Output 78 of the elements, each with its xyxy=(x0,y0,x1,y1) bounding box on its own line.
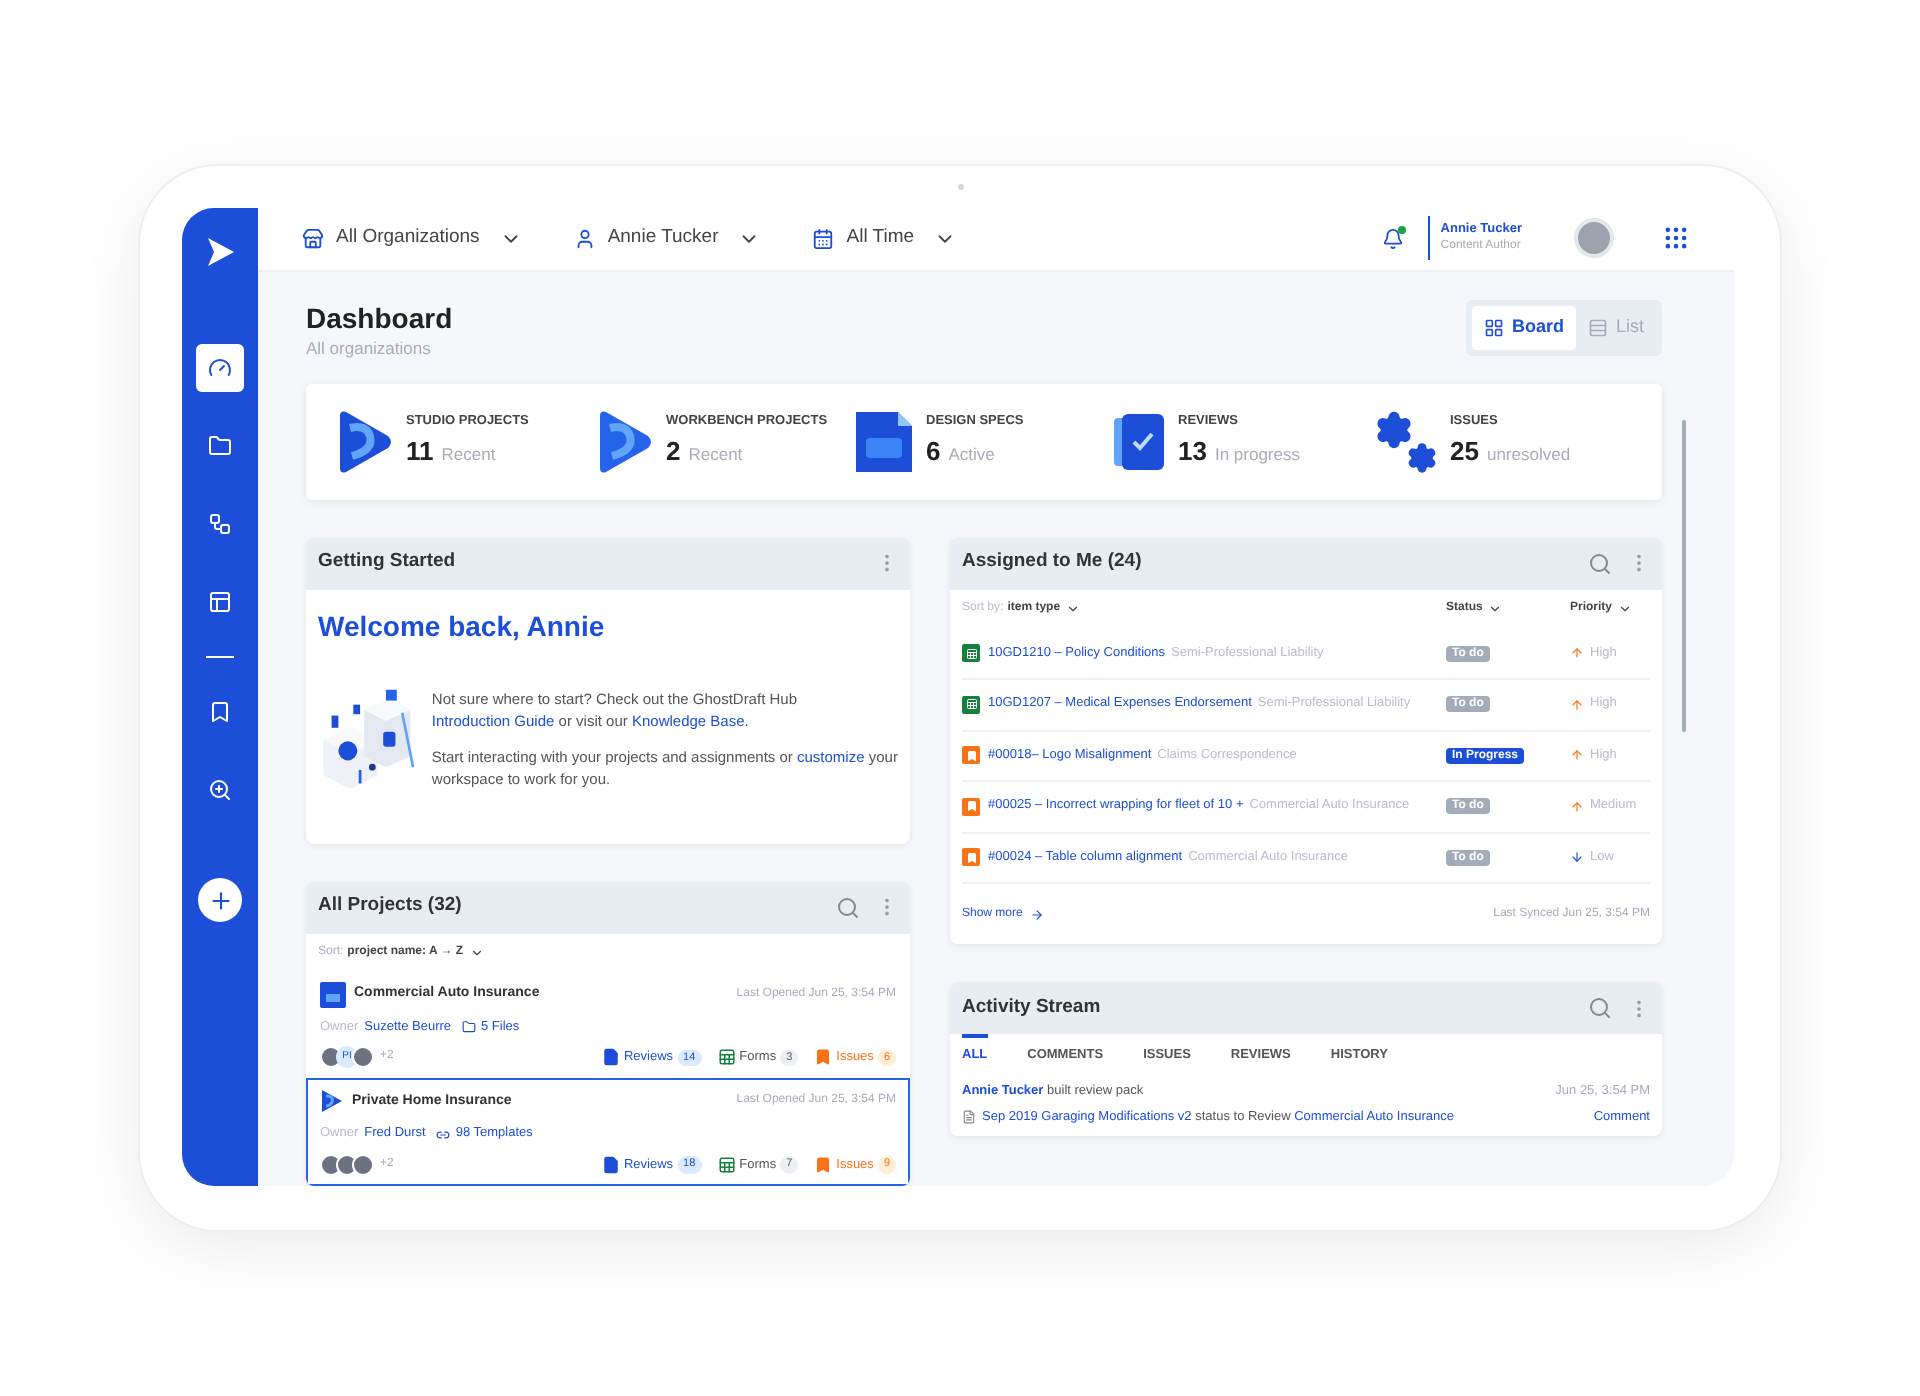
sidebar-item[interactable] xyxy=(196,344,244,392)
issue-icon xyxy=(962,746,980,765)
gauge-icon xyxy=(208,356,232,380)
play-logo-icon xyxy=(594,409,654,473)
stat-note: Recent xyxy=(441,441,496,467)
member-avatar xyxy=(352,1046,374,1069)
bookmark-icon xyxy=(814,1048,833,1067)
grid-icon xyxy=(1483,317,1504,338)
issue-icon xyxy=(962,848,980,867)
play-logo-icon xyxy=(334,409,394,473)
play-logo-icon xyxy=(320,1088,344,1115)
document-icon xyxy=(962,1110,976,1125)
stat-note: Recent xyxy=(688,441,743,467)
page-subtitle: All organizations xyxy=(306,335,433,361)
folder-icon xyxy=(208,434,232,458)
document-icon xyxy=(854,409,914,473)
page-title: Dashboard xyxy=(306,299,453,336)
search-icon[interactable] xyxy=(1588,996,1612,1020)
arrow-up-icon xyxy=(1570,646,1584,661)
filter-dropdown[interactable]: Annie Tucker xyxy=(573,224,761,253)
member-avatar xyxy=(336,1154,358,1176)
panel-title: Activity Stream xyxy=(962,993,1103,1022)
stat-count: 2 xyxy=(666,433,681,470)
layout-icon xyxy=(208,590,232,614)
notification-button[interactable] xyxy=(1382,227,1405,250)
stat-count: 25 xyxy=(1450,433,1479,470)
logo-icon xyxy=(204,236,236,268)
member-avatar xyxy=(352,1154,374,1176)
filter-dropdown[interactable]: All Organizations xyxy=(302,224,522,253)
rows-icon xyxy=(1587,317,1608,338)
caret-icon xyxy=(469,945,484,959)
bookmark-icon xyxy=(814,1156,833,1174)
stat-note: In progress xyxy=(1214,441,1300,467)
arrow-up-icon xyxy=(1570,697,1584,712)
caret-icon xyxy=(1066,602,1081,616)
sheet-icon xyxy=(717,1048,736,1067)
arrow-up-icon xyxy=(1570,799,1584,814)
scrollbar[interactable] xyxy=(1682,419,1686,732)
stat-note: Active xyxy=(948,441,995,467)
document-icon xyxy=(601,1048,620,1067)
form-icon xyxy=(962,695,980,714)
caret-icon xyxy=(1488,602,1503,616)
folder-icon xyxy=(461,1019,476,1034)
apps-grid-icon[interactable] xyxy=(1662,224,1690,253)
filter-dropdown[interactable]: All Time xyxy=(812,224,957,253)
notebook-check-icon xyxy=(1114,411,1166,471)
bookmark-icon xyxy=(208,700,232,724)
panel-title: Getting Started xyxy=(318,548,458,577)
search-icon[interactable] xyxy=(836,895,860,919)
workflow-icon xyxy=(208,512,232,536)
link-icon xyxy=(435,1127,450,1142)
stat-note: unresolved xyxy=(1486,441,1571,467)
gears-icon xyxy=(1374,409,1438,473)
panel-title: Assigned to Me (24) xyxy=(962,548,1144,577)
arrow-up-icon xyxy=(1570,748,1584,763)
bell-icon xyxy=(1382,227,1405,250)
caret-icon xyxy=(1618,602,1633,616)
sheet-icon xyxy=(717,1156,736,1174)
user-icon xyxy=(573,227,596,250)
document-icon xyxy=(601,1156,620,1174)
document-icon xyxy=(320,981,346,1007)
stat-count: 13 xyxy=(1178,433,1207,470)
arrow-right-icon xyxy=(1030,907,1045,921)
search-icon[interactable] xyxy=(1588,551,1612,575)
arrow-down-icon xyxy=(1570,850,1584,865)
plus-icon xyxy=(207,887,233,913)
stat-count: 11 xyxy=(406,433,434,470)
welcome-heading: Welcome back, Annie xyxy=(318,607,607,645)
issue-icon xyxy=(962,797,980,816)
zoom-icon xyxy=(208,778,232,802)
calendar-icon xyxy=(812,227,835,250)
stat-count: 6 xyxy=(926,433,941,470)
add-button[interactable] xyxy=(198,878,242,922)
store-icon xyxy=(302,227,324,250)
form-icon xyxy=(962,644,980,663)
view-tab[interactable]: Board xyxy=(1471,305,1576,350)
panel-title: All Projects (32) xyxy=(318,892,464,921)
member-avatar xyxy=(320,1154,342,1176)
